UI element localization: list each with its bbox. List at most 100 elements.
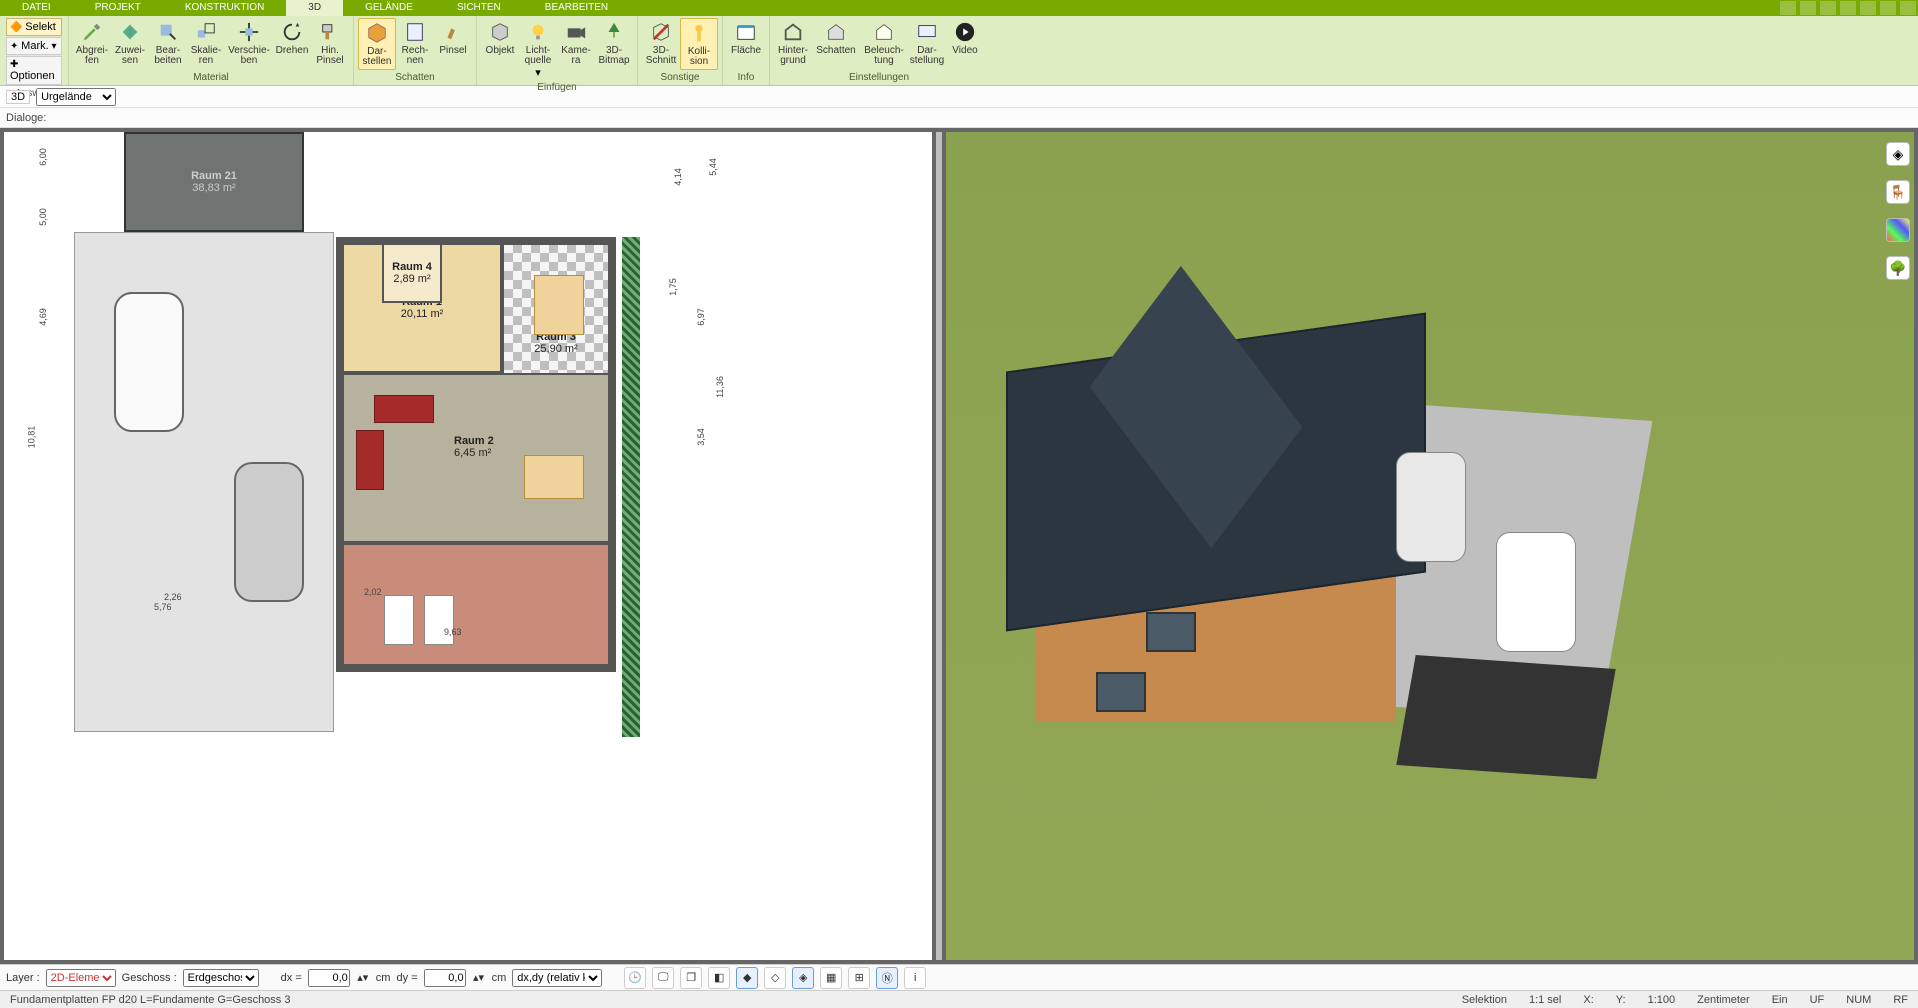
dy-label: dy =: [396, 972, 417, 984]
calc-icon: [403, 20, 427, 44]
3d-pane[interactable]: ◈ 🪑 🌳: [946, 132, 1914, 960]
snap-perp-icon[interactable]: ◈: [792, 967, 814, 989]
zuweisen-button[interactable]: Zuwei- sen: [111, 18, 149, 68]
snap-mid-icon[interactable]: ◇: [764, 967, 786, 989]
schnitt-button[interactable]: 3D- Schnitt: [642, 18, 680, 68]
licht-label: Licht- quelle: [525, 46, 552, 66]
lounger-1[interactable]: [384, 595, 414, 645]
dim-13: 4,14: [673, 168, 683, 186]
car3d-1[interactable]: [1396, 452, 1466, 562]
sofa-1[interactable]: [374, 395, 434, 423]
car3d-2[interactable]: [1496, 532, 1576, 652]
pane-splitter[interactable]: [936, 132, 942, 960]
bitmap-button[interactable]: 3D- Bitmap: [595, 18, 633, 68]
pinsel-label: Pinsel: [439, 46, 466, 56]
skalieren-button[interactable]: Skalie- ren: [187, 18, 225, 68]
dy-input[interactable]: [424, 969, 466, 987]
settings-icon[interactable]: [1820, 1, 1836, 15]
house-outline: Raum 120,11 m² Raum 42,89 m² Raum 325,90…: [336, 237, 616, 672]
objekt-button[interactable]: Objekt: [481, 18, 519, 58]
room-2-label: Raum 2: [454, 435, 494, 447]
video-button[interactable]: Video: [946, 18, 984, 58]
verschieben-button[interactable]: Verschie- ben: [225, 18, 273, 68]
flaeche-button[interactable]: Fläche: [727, 18, 765, 58]
dx-input[interactable]: [308, 969, 350, 987]
car-2[interactable]: [234, 462, 304, 602]
room-3-area: 25,90 m²: [534, 343, 577, 355]
car-1[interactable]: [114, 292, 184, 432]
darstellung-button[interactable]: Dar- stellung: [908, 18, 946, 68]
layer-dropdown[interactable]: 2D-Elemen: [46, 969, 116, 987]
layers-dock-icon[interactable]: ◈: [1886, 142, 1910, 166]
snap-grid-icon[interactable]: ▦: [820, 967, 842, 989]
ribbon: 🔶 Selekt ✦ Mark. ▾ ✚ Optionen Auswahl Ab…: [0, 16, 1918, 86]
layers-icon[interactable]: [1800, 1, 1816, 15]
info-icon[interactable]: i: [904, 967, 926, 989]
drehen-button[interactable]: Drehen: [273, 18, 311, 58]
hedge-right: [622, 237, 640, 737]
tab-bearbeiten[interactable]: BEARBEITEN: [523, 0, 630, 16]
table-2[interactable]: [524, 455, 584, 499]
dx-label: dx =: [281, 972, 302, 984]
minimize-icon[interactable]: [1860, 1, 1876, 15]
sofa-2[interactable]: [356, 430, 384, 490]
north-icon[interactable]: Ⓝ: [876, 967, 898, 989]
room-2[interactable]: Raum 2 6,45 m²: [342, 373, 610, 543]
kollision-button[interactable]: Kolli- sion: [680, 18, 718, 70]
tab-sichten[interactable]: SICHTEN: [435, 0, 523, 16]
schatten2-button[interactable]: Schatten: [812, 18, 860, 58]
tree-dock-icon[interactable]: 🌳: [1886, 256, 1910, 280]
pinsel-button[interactable]: Pinsel: [434, 18, 472, 58]
abgreifen-button[interactable]: Abgrei- fen: [73, 18, 111, 68]
terrace[interactable]: [342, 543, 610, 666]
optionen-button[interactable]: ✚ Optionen: [6, 56, 62, 85]
screen-icon[interactable]: 🖵: [652, 967, 674, 989]
close-icon[interactable]: [1900, 1, 1916, 15]
workspace: Raum 21 38,83 m² Raum 120,11 m² Raum 42,…: [0, 128, 1918, 964]
beleuchtung-button[interactable]: Beleuch- tung: [860, 18, 908, 68]
stack-icon[interactable]: ❐: [680, 967, 702, 989]
palette-dock-icon[interactable]: [1886, 218, 1910, 242]
hinpinsel-button[interactable]: Hin. Pinsel: [311, 18, 349, 68]
group-material-label: Material: [193, 71, 229, 85]
hintergrund-button[interactable]: Hinter- grund: [774, 18, 812, 68]
clock-icon[interactable]: 🕒: [624, 967, 646, 989]
garage-room[interactable]: Raum 21 38,83 m²: [124, 132, 304, 232]
help-icon[interactable]: [1840, 1, 1856, 15]
tab-3d[interactable]: 3D: [286, 0, 343, 16]
snap-endpoint-icon[interactable]: ◆: [736, 967, 758, 989]
room-1-area: 20,11 m²: [401, 308, 444, 320]
tab-gelaende[interactable]: GELÄNDE: [343, 0, 435, 16]
rechnen-button[interactable]: Rech- nen: [396, 18, 434, 68]
tab-datei[interactable]: DATEI: [0, 0, 73, 16]
hinpinsel-label: Hin. Pinsel: [316, 46, 343, 66]
pencil-icon[interactable]: [1780, 1, 1796, 15]
maximize-icon[interactable]: [1880, 1, 1896, 15]
tab-projekt[interactable]: PROJEKT: [73, 0, 163, 16]
bearbeiten-button[interactable]: Bear- beiten: [149, 18, 187, 68]
schnitt-label: 3D- Schnitt: [646, 46, 677, 66]
rel-dropdown[interactable]: dx,dy (relativ ka: [512, 969, 602, 987]
brush2-icon: [441, 20, 465, 44]
room-2-area: 6,45 m²: [454, 447, 491, 459]
kamera-button[interactable]: Kame- ra: [557, 18, 595, 68]
licht-button[interactable]: Licht- quelle ▾: [519, 18, 557, 81]
geschoss-dropdown[interactable]: Erdgeschos: [183, 969, 259, 987]
floorplan-pane[interactable]: Raum 21 38,83 m² Raum 120,11 m² Raum 42,…: [4, 132, 932, 960]
status-uf: UF: [1806, 994, 1829, 1006]
object-icon: [488, 20, 512, 44]
selekt-button[interactable]: 🔶 Selekt: [6, 18, 62, 36]
furniture-dock-icon[interactable]: 🪑: [1886, 180, 1910, 204]
dining-table[interactable]: [534, 275, 584, 335]
cube2-icon[interactable]: ◧: [708, 967, 730, 989]
tab-konstruktion[interactable]: KONSTRUKTION: [163, 0, 286, 16]
darstellen-button[interactable]: Dar- stellen: [358, 18, 396, 70]
lounger-2[interactable]: [424, 595, 454, 645]
layer-select[interactable]: Urgelände: [36, 88, 116, 106]
mark-button[interactable]: ✦ Mark. ▾: [6, 37, 62, 55]
grid-icon[interactable]: ⊞: [848, 967, 870, 989]
objekt-label: Objekt: [486, 46, 515, 56]
status-rf: RF: [1889, 994, 1912, 1006]
room-4[interactable]: Raum 42,89 m²: [382, 243, 442, 303]
dim-12: 6,97: [696, 308, 706, 326]
